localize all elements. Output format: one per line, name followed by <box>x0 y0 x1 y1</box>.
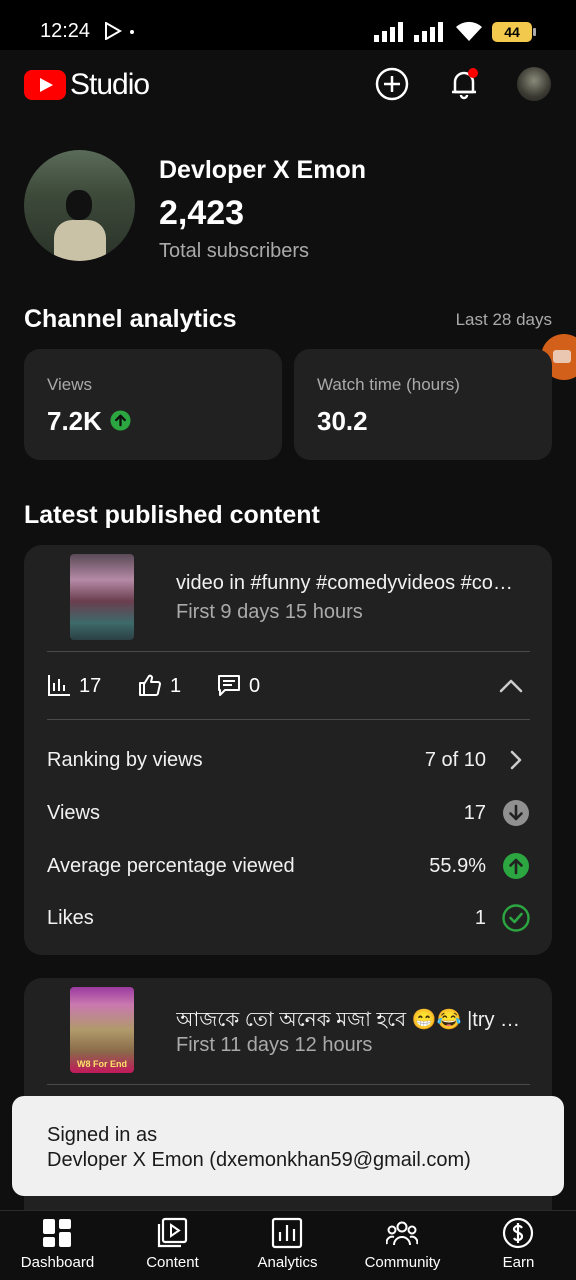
bottom-navigation: Dashboard Content Analytics Community Ea… <box>0 1210 576 1280</box>
arrow-up-circle-icon <box>503 853 529 879</box>
studio-logo-text: Studio <box>70 68 150 101</box>
top-app-bar: Studio <box>0 50 576 122</box>
video-age: First 11 days 12 hours <box>176 1034 373 1056</box>
likes-count: 1 <box>170 675 182 697</box>
nav-label: Earn <box>502 1254 535 1271</box>
play-store-icon <box>105 22 122 40</box>
video-age: First 9 days 15 hours <box>176 601 363 623</box>
views-value: 7.2K <box>47 406 102 436</box>
subscriber-count: 2,423 <box>159 194 245 232</box>
wifi-icon <box>456 21 482 41</box>
watch-time-card[interactable]: Watch time (hours) 30.2 <box>294 349 552 460</box>
arrow-up-circle-icon <box>110 410 131 431</box>
date-range-label: Last 28 days <box>455 310 552 329</box>
status-time: 12:24 <box>40 20 91 42</box>
watch-time-label: Watch time (hours) <box>317 375 460 394</box>
status-bar: 12:24 44 <box>0 0 576 50</box>
bar-chart-icon <box>48 675 70 696</box>
content-card[interactable]: video in #funny #comedyvideos #co… First… <box>24 545 552 955</box>
views-card[interactable]: Views 7.2K <box>24 349 282 460</box>
video-thumbnail[interactable]: W8 For End <box>70 987 134 1073</box>
thumbnail-caption: W8 For End <box>77 1059 127 1069</box>
ranking-row[interactable]: Ranking by views 7 of 10 <box>47 745 530 775</box>
comment-icon <box>218 675 240 696</box>
ranking-label: Ranking by views <box>47 749 203 771</box>
comments-count: 0 <box>249 675 261 697</box>
community-icon <box>386 1221 418 1246</box>
nav-label: Dashboard <box>20 1254 95 1271</box>
divider <box>47 719 530 720</box>
views-label: Views <box>47 375 93 394</box>
avg-viewed-label: Average percentage viewed <box>47 855 295 877</box>
likes-detail-label: Likes <box>47 907 94 929</box>
nav-label: Content <box>146 1254 199 1271</box>
divider <box>47 651 530 652</box>
views-detail-value: 17 <box>463 802 486 824</box>
content-icon <box>157 1217 188 1248</box>
check-circle-icon <box>502 904 530 932</box>
video-thumbnail[interactable] <box>70 554 134 640</box>
views-detail-label: Views <box>47 802 100 824</box>
avg-viewed-row: Average percentage viewed 55.9% <box>47 851 530 881</box>
chevron-up-icon[interactable] <box>498 673 524 699</box>
youtube-logo-icon <box>24 70 66 100</box>
nav-content[interactable]: Content <box>115 1211 230 1280</box>
signed-in-toast: Signed in as Devloper X Emon (dxemonkhan… <box>12 1096 564 1196</box>
account-avatar[interactable] <box>517 67 551 101</box>
nav-label: Community <box>364 1254 441 1271</box>
dashboard-icon <box>43 1219 71 1247</box>
earn-icon <box>502 1217 534 1249</box>
views-count: 17 <box>79 675 102 697</box>
channel-analytics-title: Channel analytics <box>24 305 237 333</box>
toast-line-2: Devloper X Emon (dxemonkhan59@gmail.com) <box>47 1149 471 1171</box>
video-title[interactable]: video in #funny #comedyvideos #co… <box>176 572 531 595</box>
signal-icon <box>414 22 443 42</box>
battery-icon: 44 <box>492 22 536 42</box>
channel-name: Devloper X Emon <box>159 156 366 184</box>
create-icon[interactable] <box>374 66 410 102</box>
nav-earn[interactable]: Earn <box>461 1211 576 1280</box>
channel-avatar <box>24 150 135 261</box>
thumbs-up-icon <box>139 674 161 696</box>
likes-detail-row: Likes 1 <box>47 903 530 933</box>
nav-dashboard[interactable]: Dashboard <box>0 1211 115 1280</box>
subscriber-label: Total subscribers <box>159 240 310 262</box>
notification-dot-icon <box>130 30 134 34</box>
arrow-down-circle-icon <box>503 800 529 826</box>
ranking-value: 7 of 10 <box>424 749 486 771</box>
signal-icon <box>374 22 403 42</box>
chevron-right-icon[interactable] <box>502 746 530 774</box>
analytics-icon <box>271 1217 303 1249</box>
watch-time-value: 30.2 <box>317 406 368 436</box>
notifications-bell-icon[interactable] <box>446 66 482 102</box>
likes-detail-value: 1 <box>474 907 486 929</box>
avg-viewed-value: 55.9% <box>429 855 486 877</box>
studio-app: Studio Devloper X Emon 2,423 Total subsc… <box>0 50 576 1210</box>
views-detail-row: Views 17 <box>47 798 530 828</box>
divider <box>47 1084 530 1085</box>
nav-community[interactable]: Community <box>345 1211 460 1280</box>
toast-line-1: Signed in as <box>47 1124 158 1146</box>
nav-label: Analytics <box>257 1254 318 1271</box>
nav-analytics[interactable]: Analytics <box>230 1211 345 1280</box>
latest-content-title: Latest published content <box>24 501 320 529</box>
